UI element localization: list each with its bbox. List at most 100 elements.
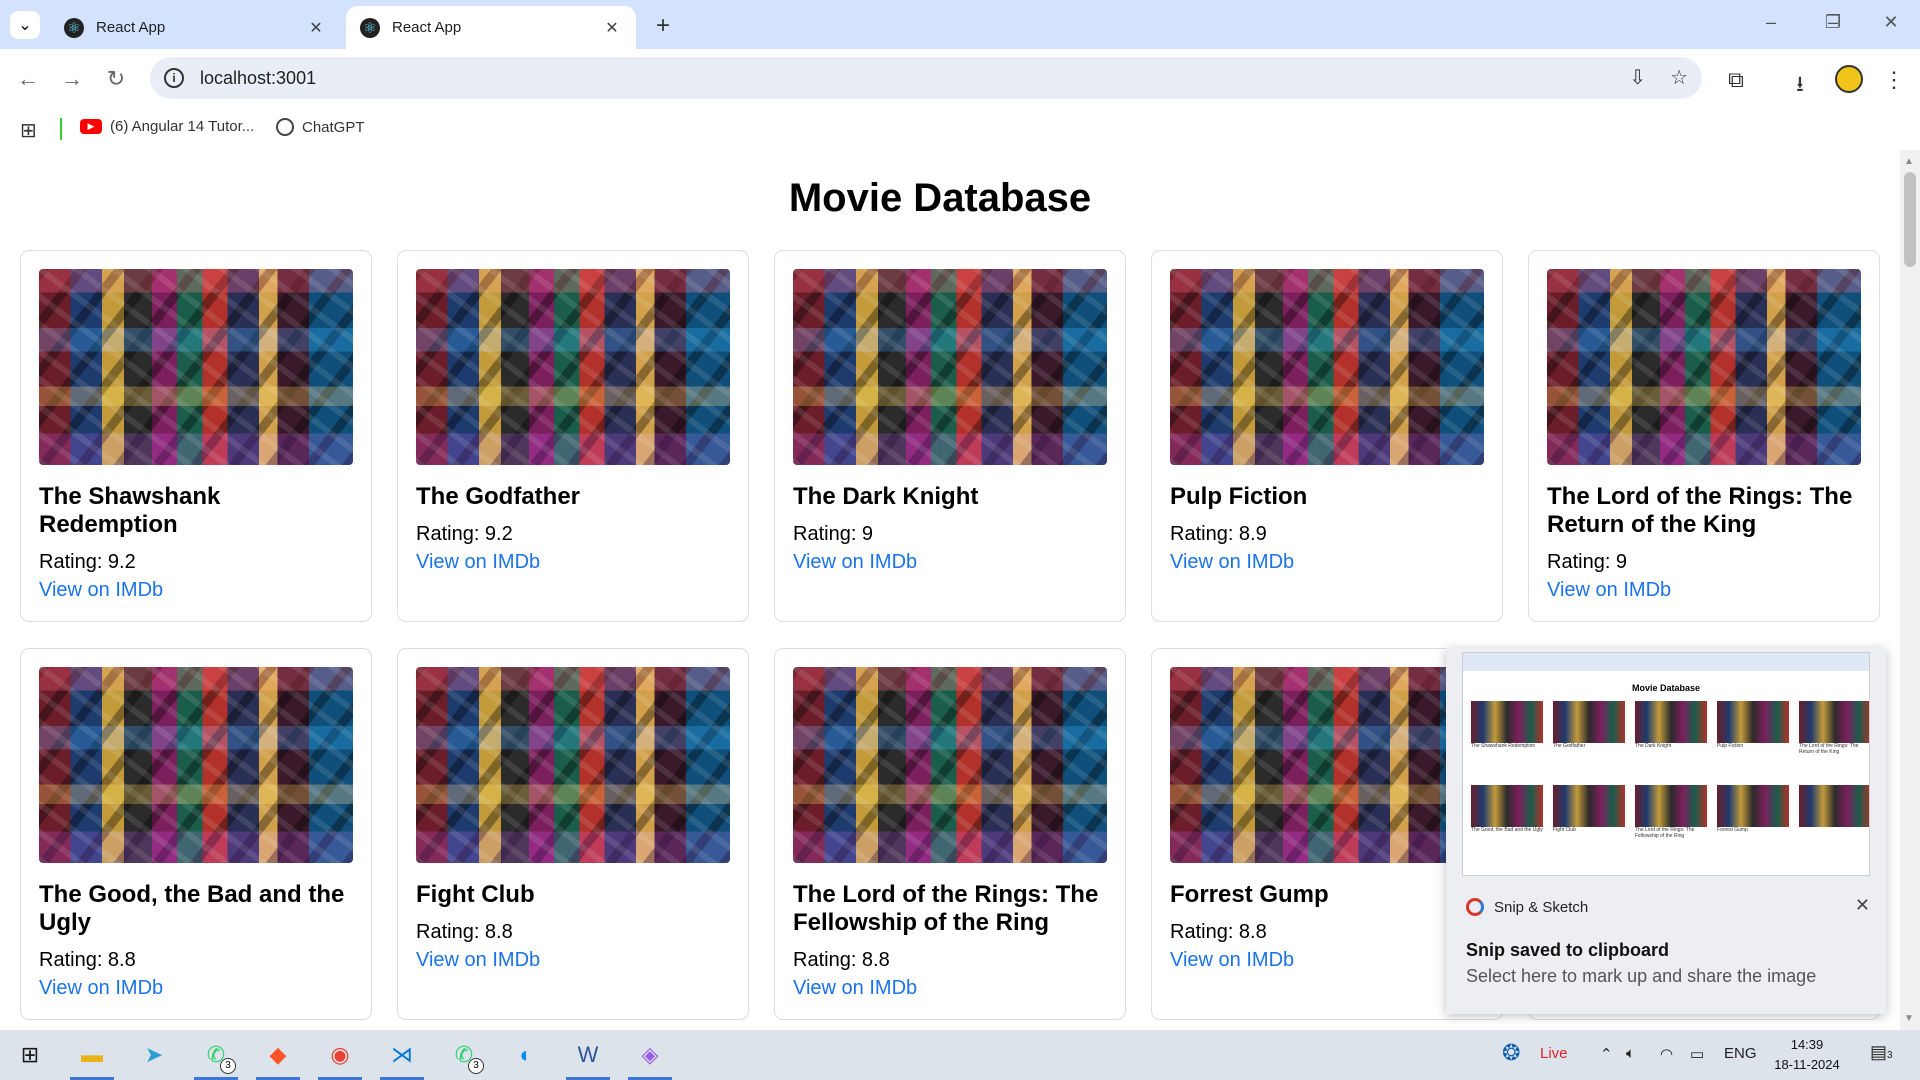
- telegram-icon[interactable]: ➤: [136, 1038, 172, 1072]
- preview-card: The Lord of the Rings: The Return of the…: [1799, 701, 1869, 775]
- snip-sketch-icon: [1466, 898, 1484, 916]
- movie-rating: Rating: 8.8: [39, 949, 136, 971]
- imdb-link[interactable]: View on IMDb: [1170, 948, 1484, 973]
- speaker-icon[interactable]: 🔈︎: [1626, 1045, 1635, 1062]
- word-icon[interactable]: W: [570, 1038, 606, 1072]
- tab-search-button[interactable]: ⌄: [10, 11, 40, 39]
- tab-react-app-1[interactable]: ⚛ React App ✕: [50, 6, 340, 49]
- movie-title: The Shawshank Redemption: [39, 483, 221, 538]
- cricket-live-icon[interactable]: ❂: [1502, 1040, 1520, 1066]
- minimize-icon[interactable]: –: [1756, 12, 1786, 33]
- movie-title: Pulp Fiction: [1170, 483, 1308, 510]
- whatsapp-icon[interactable]: ✆ 3: [446, 1038, 484, 1074]
- site-info-icon[interactable]: i: [164, 68, 184, 88]
- file-explorer-icon[interactable]: ▬: [74, 1038, 110, 1072]
- movie-rating: Rating: 8.8: [793, 949, 890, 971]
- brave-icon[interactable]: ◆: [260, 1038, 296, 1072]
- movie-rating: Rating: 9.2: [39, 551, 136, 573]
- clock-date: 18-11-2024: [1774, 1057, 1840, 1072]
- imdb-link[interactable]: View on IMDb: [39, 578, 353, 603]
- movie-rating: Rating: 9.2: [416, 523, 513, 545]
- movie-card: The Dark Knight Rating: 9 View on IMDb: [774, 250, 1126, 622]
- imdb-link[interactable]: View on IMDb: [416, 550, 730, 575]
- notification-count: 3: [1887, 1050, 1893, 1061]
- imdb-link[interactable]: View on IMDb: [793, 550, 1107, 575]
- bookmark-angular-tutorial[interactable]: ▶ (6) Angular 14 Tutor...: [80, 118, 254, 135]
- browser-toolbar: ← → ↻ i localhost:3001 ⇩ ☆ ⧉ ⭳ ⋮: [0, 49, 1920, 108]
- address-bar[interactable]: i localhost:3001 ⇩ ☆: [150, 57, 1702, 99]
- clock[interactable]: 14:39 18-11-2024: [1762, 1035, 1852, 1075]
- movie-title: The Good, the Bad and the Ugly: [39, 881, 345, 936]
- imdb-link[interactable]: View on IMDb: [793, 976, 1107, 1001]
- scroll-up-icon[interactable]: ▲: [1904, 156, 1914, 167]
- menu-icon[interactable]: ⋮: [1880, 67, 1908, 93]
- movie-title: The Lord of the Rings: The Return of the…: [1547, 483, 1853, 538]
- movie-card: The Shawshank Redemption Rating: 9.2 Vie…: [20, 250, 372, 622]
- movie-title: The Lord of the Rings: The Fellowship of…: [793, 881, 1099, 936]
- bookmark-star-icon[interactable]: ☆: [1670, 65, 1688, 90]
- browser-titlebar: ⌄ ⚛ React App ✕ ⚛ React App ✕ + –: [0, 0, 1920, 49]
- bookmark-chatgpt[interactable]: ChatGPT: [276, 118, 365, 136]
- preview-card: The Dark Knight: [1635, 701, 1707, 775]
- movie-rating: Rating: 8.8: [416, 921, 513, 943]
- movie-poster: [793, 269, 1107, 465]
- close-window-icon[interactable]: ✕: [1876, 12, 1906, 33]
- page-scrollbar[interactable]: ▲ ▼: [1900, 150, 1920, 1030]
- install-app-icon[interactable]: ⇩: [1629, 65, 1646, 90]
- whatsapp-icon[interactable]: ✆ 3: [198, 1038, 236, 1074]
- whatsapp-badge: 3: [468, 1058, 484, 1074]
- imdb-link[interactable]: View on IMDb: [1547, 578, 1861, 603]
- movie-title: Forrest Gump: [1170, 881, 1329, 908]
- scroll-thumb[interactable]: [1904, 172, 1916, 267]
- chevron-up-icon[interactable]: ⌃: [1600, 1045, 1613, 1063]
- tab-react-app-2[interactable]: ⚛ React App ✕: [346, 6, 636, 49]
- imdb-link[interactable]: View on IMDb: [1170, 550, 1484, 575]
- movie-title: The Dark Knight: [793, 483, 979, 510]
- battery-icon[interactable]: ▭: [1690, 1045, 1704, 1063]
- back-icon[interactable]: ←: [12, 63, 44, 95]
- close-icon[interactable]: ✕: [306, 18, 326, 38]
- reload-icon[interactable]: ↻: [100, 63, 132, 95]
- vscode-icon[interactable]: ⋊: [384, 1038, 420, 1072]
- movie-rating: Rating: 9: [793, 523, 874, 545]
- network-icon[interactable]: ◠: [1660, 1045, 1673, 1063]
- edge-icon[interactable]: ◐: [508, 1038, 544, 1072]
- close-icon[interactable]: ✕: [1855, 895, 1870, 916]
- imdb-link[interactable]: View on IMDb: [39, 976, 353, 1001]
- live-label[interactable]: Live: [1540, 1045, 1568, 1062]
- gitkraken-icon[interactable]: ◈: [632, 1038, 668, 1072]
- preview-card: The Lord of the Rings: The Fellowship of…: [1635, 785, 1707, 859]
- forward-icon[interactable]: →: [56, 63, 88, 95]
- movie-poster: [793, 667, 1107, 863]
- bookmark-label: (6) Angular 14 Tutor...: [110, 118, 255, 135]
- snip-notification[interactable]: Movie Database The Shawshank Redemption …: [1446, 648, 1886, 1014]
- toast-app-name: Snip & Sketch: [1494, 898, 1589, 916]
- preview-card: The Shawshank Redemption: [1471, 701, 1543, 775]
- movie-title: The Godfather: [416, 483, 581, 510]
- movie-poster: [1170, 667, 1484, 863]
- windows-start-icon[interactable]: ⊞: [12, 1038, 48, 1072]
- extensions-icon[interactable]: ⧉: [1722, 67, 1750, 93]
- profile-avatar[interactable]: [1835, 65, 1863, 93]
- language-indicator[interactable]: ENG: [1724, 1045, 1757, 1062]
- new-tab-button[interactable]: +: [650, 12, 676, 40]
- download-icon[interactable]: ⭳: [1786, 67, 1814, 105]
- apps-grid-icon[interactable]: ⊞: [20, 118, 37, 143]
- clock-time: 14:39: [1790, 1037, 1824, 1052]
- movie-poster: [39, 667, 353, 863]
- movie-rating: Rating: 8.8: [1170, 921, 1267, 943]
- react-icon: ⚛: [360, 17, 380, 38]
- scroll-down-icon[interactable]: ▼: [1904, 1013, 1914, 1024]
- chrome-icon[interactable]: ◉: [322, 1038, 358, 1072]
- bookmarks-bar: ⊞ ▶ (6) Angular 14 Tutor... ChatGPT: [0, 108, 1920, 150]
- preview-card: Pulp Fiction: [1717, 701, 1789, 775]
- snip-preview-image[interactable]: Movie Database The Shawshank Redemption …: [1462, 652, 1870, 876]
- movie-rating: Rating: 9: [1547, 551, 1628, 573]
- movie-title: Fight Club: [416, 881, 535, 908]
- restore-icon[interactable]: ❐: [1818, 12, 1848, 33]
- imdb-link[interactable]: View on IMDb: [416, 948, 730, 973]
- tab-title: React App: [392, 19, 462, 36]
- notification-center-icon[interactable]: ▤3: [1870, 1042, 1893, 1063]
- close-icon[interactable]: ✕: [602, 18, 622, 38]
- url-text[interactable]: localhost:3001: [200, 68, 316, 89]
